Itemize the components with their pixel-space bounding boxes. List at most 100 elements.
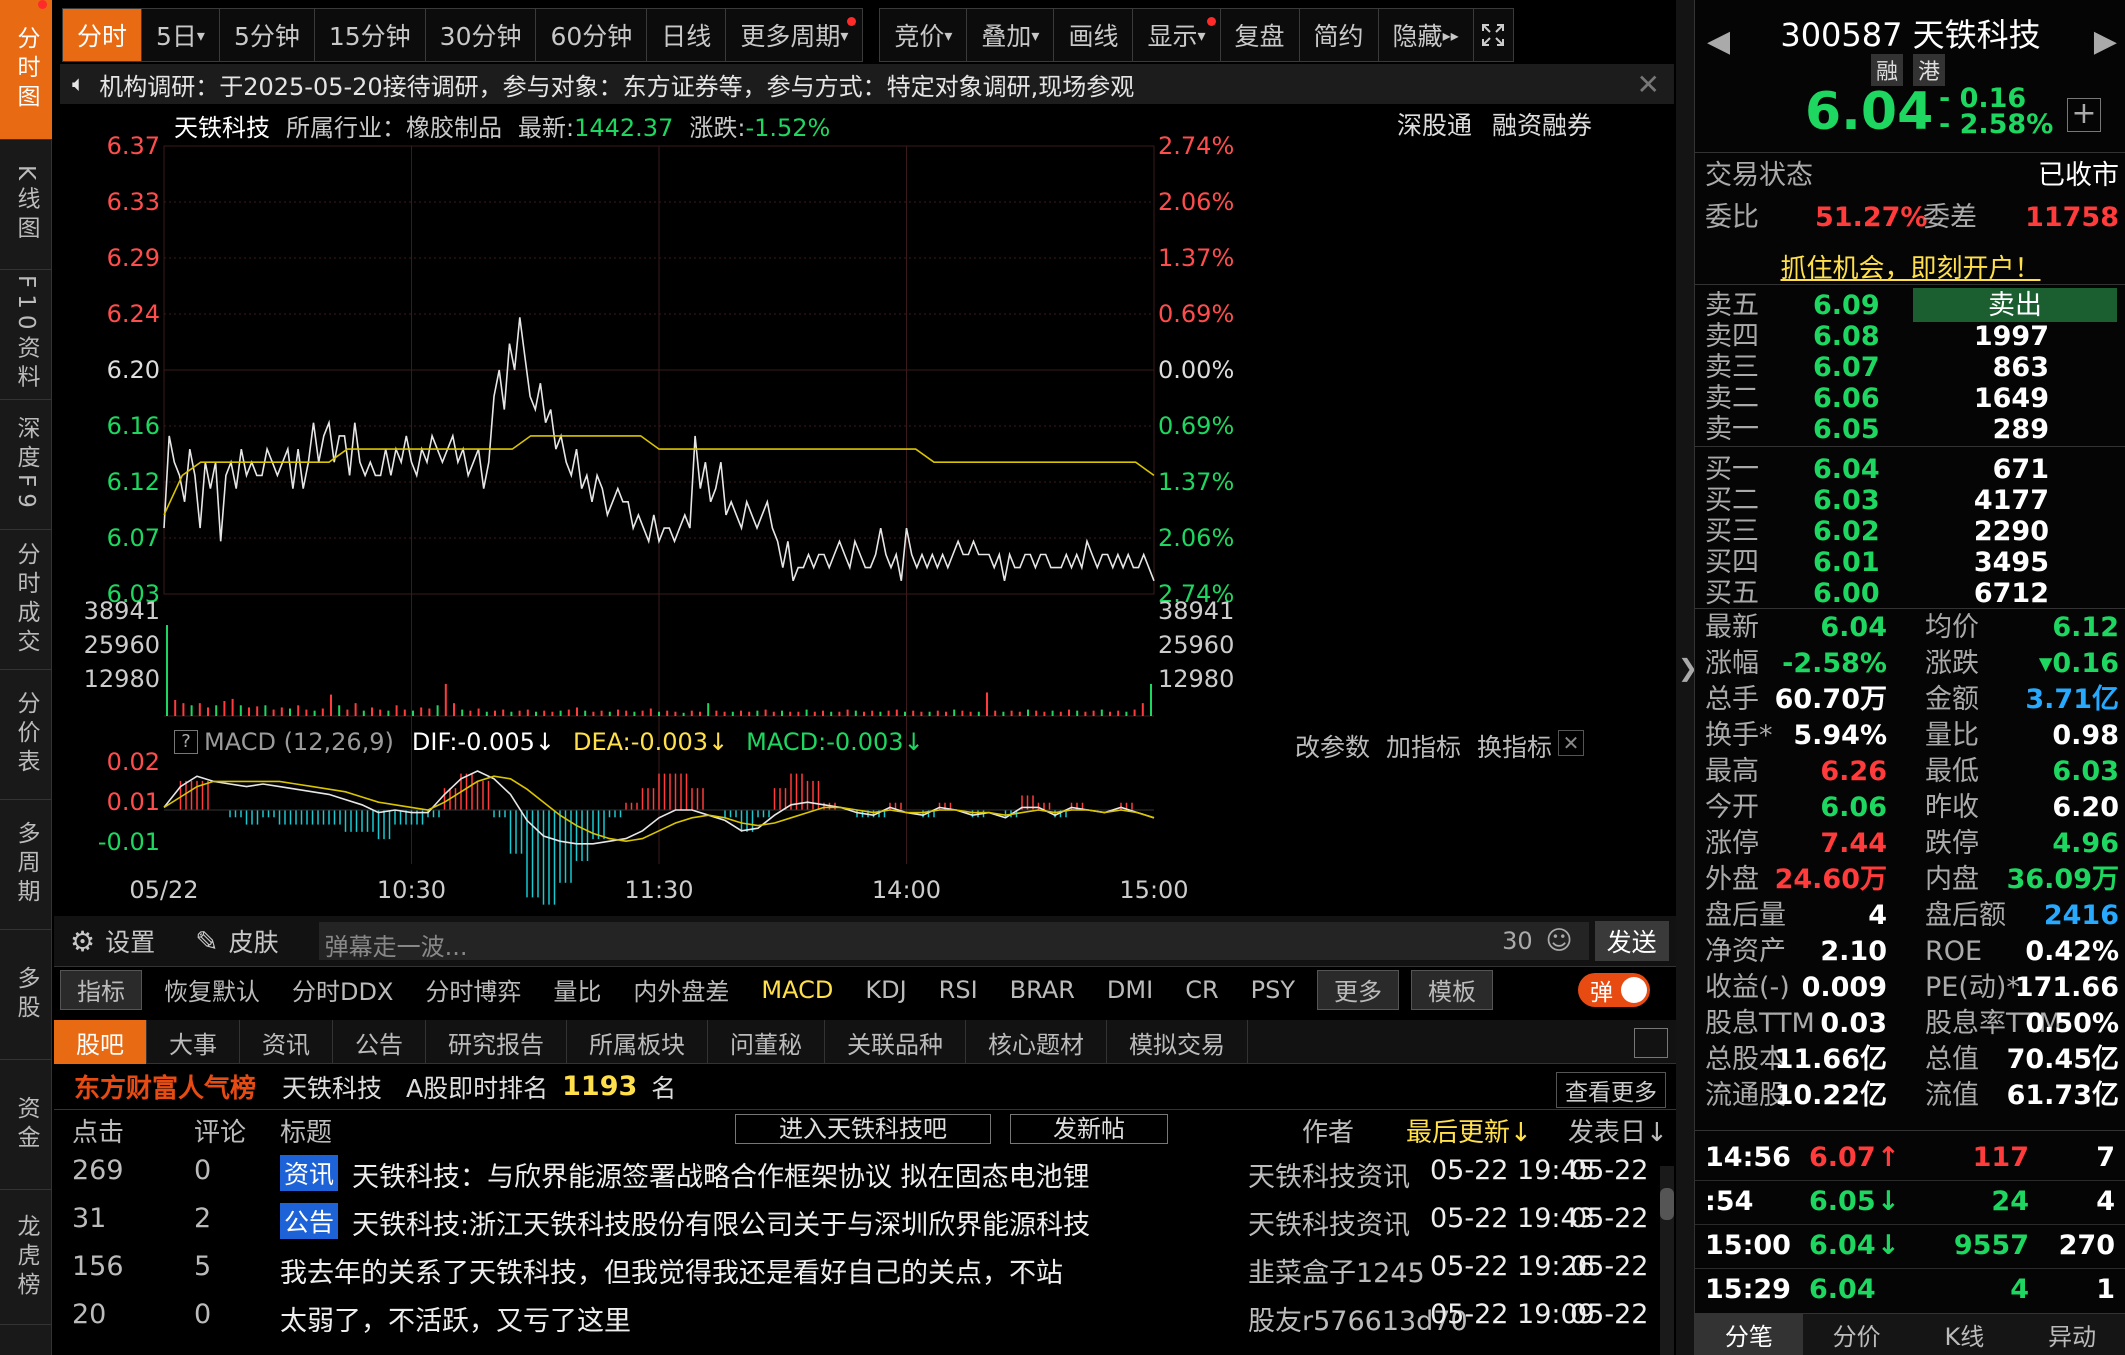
row-title[interactable]: 天铁科技:浙江天铁科技股份有限公司关于与深圳欣界能源科技 bbox=[352, 1203, 1220, 1242]
new-post-button[interactable]: 发新帖 bbox=[1010, 1114, 1168, 1144]
info-tab-8[interactable]: 核心题材 bbox=[966, 1020, 1107, 1064]
info-tab-1[interactable]: 大事 bbox=[147, 1020, 240, 1064]
forum-row[interactable]: 31 2 公告 天铁科技:浙江天铁科技股份有限公司关于与深圳欣界能源科技 天铁科技资讯 0… bbox=[54, 1196, 1676, 1244]
lnav-item-5[interactable]: 分价表 bbox=[0, 670, 52, 800]
indicator-tab-13[interactable]: 更多 bbox=[1317, 969, 1399, 1010]
tool-tab-5[interactable]: 简约 bbox=[1299, 8, 1379, 62]
fullscreen-icon[interactable] bbox=[1473, 8, 1514, 62]
lnav-item-0[interactable]: 分时图 bbox=[0, 0, 52, 140]
indicator-tab-2[interactable]: 分时DDX bbox=[276, 970, 409, 1010]
settings-button[interactable]: 设置 bbox=[105, 923, 155, 959]
skin-button[interactable]: 皮肤 bbox=[229, 923, 279, 959]
stat-row: 涨幅 -2.58% 涨跌 ▾0.16 bbox=[1705, 646, 2119, 682]
open-account-link[interactable]: 抓住机会，即刻开户！ bbox=[1695, 248, 2125, 285]
row-title[interactable]: 我去年的关系了天铁科技，但我觉得我还是看好自己的关点，不站 bbox=[280, 1251, 1220, 1290]
info-tab-6[interactable]: 问董秘 bbox=[708, 1020, 825, 1064]
lnav-item-1[interactable]: K线图 bbox=[0, 140, 52, 270]
tool-tab-1[interactable]: 叠加 ▾ bbox=[967, 8, 1055, 62]
danmu-input[interactable]: 弹幕走一波... 30 ☺ bbox=[318, 922, 1589, 961]
indicator-tab-3[interactable]: 分时博弈 bbox=[409, 970, 537, 1010]
switch-indicator-link[interactable]: 换指标 bbox=[1477, 728, 1552, 764]
indicator-tab-1[interactable]: 恢复默认 bbox=[148, 970, 276, 1010]
period-tab-4[interactable]: 30分钟 bbox=[425, 8, 537, 62]
tool-tab-6[interactable]: 隐藏 ▸▸ bbox=[1378, 8, 1474, 62]
stat-value: 36.09万 bbox=[2006, 864, 2119, 895]
lnav-item-6[interactable]: 多周期 bbox=[0, 800, 52, 930]
period-tab-1[interactable]: 5日 ▾ bbox=[142, 8, 220, 62]
lnav-item-8[interactable]: 资金 bbox=[0, 1060, 52, 1190]
notice-bar[interactable]: 🔈︎ 机构调研：于2025-05-20接待调研，参与对象：东方证券等，参与方式：… bbox=[60, 64, 1674, 104]
lnav-item-2[interactable]: F10资料 bbox=[0, 270, 52, 400]
indicator-tab-10[interactable]: DMI bbox=[1091, 970, 1169, 1010]
period-tab-3[interactable]: 15分钟 bbox=[314, 8, 426, 62]
info-tab-0[interactable]: 股吧 bbox=[54, 1020, 147, 1064]
row-title[interactable]: 太弱了，不活跃，又亏了这里 bbox=[280, 1299, 1220, 1338]
edit-params-link[interactable]: 改参数 bbox=[1295, 728, 1370, 764]
indicator-tab-12[interactable]: PSY bbox=[1235, 970, 1311, 1010]
intraday-chart[interactable]: 天铁科技 所属行业：橡胶制品 最新:1442.37 涨跌:-1.52% 深股通 … bbox=[54, 104, 1676, 912]
row-comments: 2 bbox=[194, 1203, 212, 1234]
time-tick: 15:00 bbox=[1119, 876, 1188, 904]
lnav-item-3[interactable]: 深度F9 bbox=[0, 400, 52, 530]
info-tab-5[interactable]: 所属板块 bbox=[567, 1020, 708, 1064]
col-updated[interactable]: 最后更新↓ bbox=[1406, 1112, 1532, 1149]
tool-tab-4[interactable]: 复盘 bbox=[1220, 8, 1300, 62]
enter-forum-button[interactable]: 进入天铁科技吧 bbox=[735, 1114, 991, 1144]
quote-tab-1[interactable]: 分价 bbox=[1803, 1314, 1911, 1355]
row-title[interactable]: 天铁科技：与欣界能源签署战略合作框架协议 拟在固态电池锂 bbox=[352, 1155, 1220, 1194]
indicator-tab-14[interactable]: 模板 bbox=[1411, 969, 1493, 1010]
order-volume: 6712 bbox=[1973, 578, 2049, 609]
indicator-tab-5[interactable]: 内外盘差 bbox=[617, 970, 745, 1010]
period-tab-7[interactable]: 更多周期 ▾ bbox=[726, 8, 864, 62]
quote-tab-0[interactable]: 分笔 bbox=[1695, 1314, 1803, 1355]
rank-unit: 名 bbox=[651, 1073, 677, 1103]
info-tab-7[interactable]: 关联品种 bbox=[825, 1020, 966, 1064]
danmu-bar: ⚙ 设置 ✎ 皮肤 弹幕走一波... 30 ☺ 发送 bbox=[54, 916, 1676, 966]
help-icon[interactable]: ? bbox=[174, 730, 198, 754]
expand-icon[interactable] bbox=[1634, 1028, 1668, 1058]
add-watchlist-icon[interactable]: + bbox=[2067, 98, 2101, 132]
indicator-bar: 指标 恢复默认 分时DDX 分时博弈 量比 内外盘差 MACD KDJ RSI BRAR DMI CR… bbox=[54, 966, 1676, 1012]
tool-tab-3[interactable]: 显示 ▾ bbox=[1133, 8, 1221, 62]
lnav-item-7[interactable]: 多股 bbox=[0, 0, 52, 1060]
info-tab-2[interactable]: 资讯 bbox=[240, 1020, 333, 1064]
period-tab-6[interactable]: 日线 bbox=[647, 8, 727, 62]
indicator-tab-4[interactable]: 量比 bbox=[537, 970, 617, 1010]
lnav-item-9[interactable]: 龙虎榜 bbox=[0, 1190, 52, 1325]
info-tab-3[interactable]: 公告 bbox=[333, 1020, 426, 1064]
quote-tab-2[interactable]: K线 bbox=[1911, 1314, 2019, 1355]
stat-row: 收益(-) 0.009 PE(动)* 171.66 bbox=[1705, 970, 2119, 1006]
indicator-tab-11[interactable]: CR bbox=[1169, 970, 1234, 1010]
forum-row[interactable]: 269 0 资讯 天铁科技：与欣界能源签署战略合作框架协议 拟在固态电池锂 天铁科技资讯… bbox=[54, 1148, 1676, 1196]
tool-tab-0[interactable]: 竞价 ▾ bbox=[879, 8, 968, 62]
indicator-tab-6[interactable]: MACD bbox=[745, 970, 849, 1010]
gear-icon[interactable]: ⚙ bbox=[70, 925, 95, 958]
order-volume[interactable]: 卖出 bbox=[1913, 288, 2117, 322]
emoji-icon[interactable]: ☺ bbox=[1546, 926, 1573, 956]
info-tab-9[interactable]: 模拟交易 bbox=[1107, 1020, 1248, 1064]
tool-tab-2[interactable]: 画线 bbox=[1054, 8, 1134, 62]
lnav-item-4[interactable]: 分时成交 bbox=[0, 530, 52, 670]
period-tab-0[interactable]: 分时 bbox=[62, 8, 143, 62]
indicator-tab-7[interactable]: KDJ bbox=[849, 970, 922, 1010]
panel-divider[interactable]: ❯ bbox=[1676, 0, 1698, 1355]
indicator-tab-0[interactable]: 指标 bbox=[60, 969, 142, 1010]
period-tab-5[interactable]: 60分钟 bbox=[536, 8, 648, 62]
send-button[interactable]: 发送 bbox=[1594, 921, 1669, 961]
indicator-tab-8[interactable]: RSI bbox=[923, 970, 994, 1010]
quote-tab-3[interactable]: 异动 bbox=[2018, 1314, 2125, 1355]
close-icon[interactable]: ✕ bbox=[1637, 68, 1660, 101]
scrollbar[interactable] bbox=[1660, 1166, 1674, 1355]
brush-icon[interactable]: ✎ bbox=[195, 925, 218, 958]
see-more-button[interactable]: 查看更多 bbox=[1556, 1072, 1666, 1108]
col-published[interactable]: 发表日↓ bbox=[1568, 1112, 1668, 1149]
close-indicator-icon[interactable]: ✕ bbox=[1558, 730, 1584, 756]
info-tab-4[interactable]: 研究报告 bbox=[426, 1020, 567, 1064]
period-tabs: 分时 5日 ▾ 5分钟 15分钟 30分钟 60分钟 日线 更多周期 ▾ bbox=[62, 8, 864, 62]
indicator-tab-9[interactable]: BRAR bbox=[994, 970, 1091, 1010]
add-indicator-link[interactable]: 加指标 bbox=[1386, 728, 1461, 764]
period-tab-2[interactable]: 5分钟 bbox=[219, 8, 315, 62]
danmu-toggle[interactable]: 弹 bbox=[1578, 973, 1650, 1007]
forum-row[interactable]: 156 5 我去年的关系了天铁科技，但我觉得我还是看好自己的关点，不站 韭菜盒子124… bbox=[54, 1244, 1676, 1292]
forum-row[interactable]: 20 0 太弱了，不活跃，又亏了这里 股友r576613d70 05-22 19:09 0… bbox=[54, 1292, 1676, 1340]
